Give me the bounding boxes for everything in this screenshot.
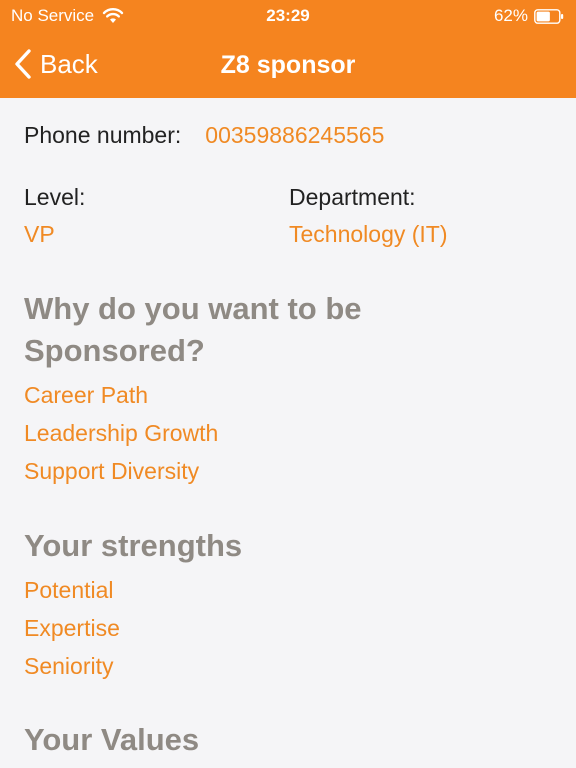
department-label: Department: <box>289 184 416 210</box>
list-item: Career Path <box>24 382 149 408</box>
section-title-values: Your Values <box>24 722 200 757</box>
list-item: Seniority <box>24 653 114 679</box>
list-item: Expertise <box>24 615 120 641</box>
battery-percent: 62% <box>493 6 528 25</box>
level-value: VP <box>24 221 55 247</box>
list-item: Potential <box>24 577 114 603</box>
nav-bar: Back Z8 sponsor <box>0 40 576 90</box>
phone-row: Phone number: 00359886245565 <box>24 122 384 149</box>
level-field: Level: VP <box>24 184 85 248</box>
strengths-list: Potential Expertise Seniority <box>24 571 120 685</box>
list-item: Support Diversity <box>24 458 200 484</box>
status-right: 62% <box>494 6 564 26</box>
list-item: Leadership Growth <box>24 420 219 446</box>
section-title-strengths: Your strengths <box>24 528 243 563</box>
department-value: Technology (IT) <box>289 221 448 247</box>
phone-link[interactable]: 00359886245565 <box>205 122 384 149</box>
phone-label: Phone number: <box>24 122 182 148</box>
page-title: Z8 sponsor <box>220 51 356 79</box>
header: No Service 23:29 62% Back Z8 sponsor <box>0 0 576 98</box>
status-bar: No Service 23:29 62% <box>0 0 576 32</box>
level-label: Level: <box>24 184 86 210</box>
section-title-why: Why do you want to be Sponsored? <box>24 291 362 368</box>
status-time: 23:29 <box>266 6 310 25</box>
why-list: Career Path Leadership Growth Support Di… <box>24 376 218 490</box>
battery-icon <box>534 8 564 24</box>
department-field: Department: Technology (IT) <box>289 184 448 248</box>
